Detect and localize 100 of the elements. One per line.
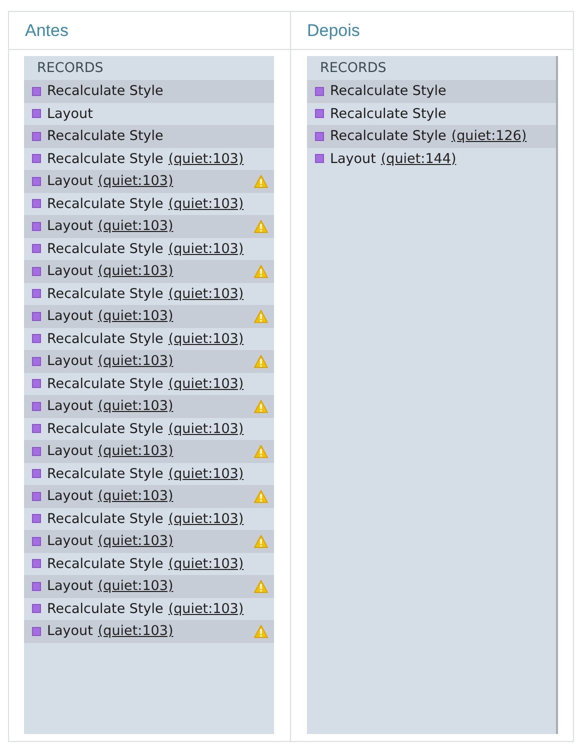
record-name: Layout: [47, 218, 93, 234]
record-row[interactable]: Recalculate Style: [307, 80, 556, 102]
record-row[interactable]: Recalculate Style (quiet:103): [24, 238, 274, 260]
record-name: Layout: [47, 398, 93, 414]
record-name: Layout: [47, 443, 93, 460]
record-name: Recalculate Style: [47, 556, 164, 572]
category-square-icon: [32, 536, 41, 546]
record-link[interactable]: (quiet:103): [98, 623, 174, 640]
record-name: Recalculate Style: [47, 510, 164, 527]
record-row[interactable]: Layout: [24, 102, 274, 125]
record-link[interactable]: (quiet:103): [168, 556, 244, 572]
record-link[interactable]: (quiet:103): [168, 510, 244, 527]
record-row[interactable]: Recalculate Style (quiet:103): [24, 508, 274, 530]
record-link[interactable]: (quiet:103): [168, 600, 244, 617]
record-row[interactable]: Layout (quiet:103): [24, 395, 274, 418]
record-link[interactable]: (quiet:103): [98, 308, 174, 324]
record-row[interactable]: Layout (quiet:103): [24, 620, 274, 642]
record-row[interactable]: Recalculate Style (quiet:103): [24, 462, 274, 485]
record-row[interactable]: Recalculate Style: [24, 125, 274, 148]
record-name: Layout: [47, 263, 93, 280]
record-link[interactable]: (quiet:103): [168, 420, 244, 437]
category-square-icon: [32, 446, 41, 456]
category-square-icon: [32, 244, 41, 254]
record-row[interactable]: Recalculate Style (quiet:126): [307, 125, 556, 148]
category-square-icon: [32, 132, 41, 141]
record-row[interactable]: Recalculate Style (quiet:103): [24, 148, 274, 170]
record-link[interactable]: (quiet:103): [98, 173, 174, 190]
category-square-icon: [315, 109, 324, 118]
category-square-icon: [315, 154, 324, 164]
record-name: Layout: [47, 106, 93, 122]
record-row[interactable]: Layout (quiet:103): [24, 485, 274, 508]
category-square-icon: [32, 86, 41, 96]
category-square-icon: [32, 266, 41, 276]
category-square-icon: [32, 402, 41, 411]
record-name: Recalculate Style: [47, 128, 164, 144]
record-link[interactable]: (quiet:103): [98, 443, 174, 460]
record-row[interactable]: Recalculate Style: [24, 80, 274, 102]
record-link[interactable]: (quiet:144): [380, 150, 456, 167]
record-link[interactable]: (quiet:103): [98, 263, 174, 280]
category-square-icon: [32, 604, 41, 614]
record-row[interactable]: Layout (quiet:103): [24, 530, 274, 552]
record-name: Layout: [47, 353, 93, 370]
record-name: Recalculate Style: [47, 196, 164, 212]
record-row[interactable]: Layout (quiet:103): [24, 215, 274, 238]
panel-header: RECORDS: [320, 60, 386, 76]
record-name: Recalculate Style: [47, 240, 164, 257]
record-link[interactable]: (quiet:103): [168, 376, 244, 392]
record-name: Layout: [47, 308, 93, 324]
record-link[interactable]: (quiet:103): [98, 488, 174, 504]
category-square-icon: [32, 626, 41, 636]
category-square-icon: [32, 356, 41, 366]
record-name: Recalculate Style: [47, 376, 164, 392]
record-link[interactable]: (quiet:103): [168, 466, 244, 482]
record-name: Recalculate Style: [47, 83, 164, 100]
record-name: Recalculate Style: [330, 106, 446, 122]
record-link[interactable]: (quiet:126): [451, 128, 527, 144]
record-name: Recalculate Style: [47, 150, 164, 167]
category-square-icon: [32, 492, 41, 501]
record-link[interactable]: (quiet:103): [98, 578, 174, 594]
column-title: Antes: [25, 20, 68, 40]
category-square-icon: [32, 582, 41, 591]
category-square-icon: [315, 132, 324, 141]
category-square-icon: [32, 379, 41, 388]
category-square-icon: [32, 312, 41, 321]
record-link[interactable]: (quiet:103): [98, 218, 174, 234]
record-row[interactable]: Layout (quiet:144): [307, 148, 556, 170]
record-row[interactable]: Layout (quiet:103): [24, 260, 274, 282]
record-row[interactable]: Recalculate Style (quiet:103): [24, 598, 274, 620]
record-row[interactable]: Recalculate Style (quiet:103): [24, 372, 274, 395]
record-row[interactable]: Recalculate Style (quiet:103): [24, 552, 274, 575]
record-name: Recalculate Style: [47, 330, 164, 347]
category-square-icon: [32, 222, 41, 231]
record-row[interactable]: Recalculate Style: [307, 102, 556, 125]
record-row[interactable]: Layout (quiet:103): [24, 305, 274, 328]
record-row[interactable]: Layout (quiet:103): [24, 350, 274, 372]
record-link[interactable]: (quiet:103): [168, 196, 244, 212]
record-link[interactable]: (quiet:103): [168, 286, 244, 302]
record-name: Recalculate Style: [47, 466, 164, 482]
record-name: Layout: [47, 533, 93, 550]
record-link[interactable]: (quiet:103): [98, 533, 174, 550]
record-name: Recalculate Style: [330, 83, 446, 100]
category-square-icon: [32, 199, 41, 208]
category-square-icon: [32, 109, 41, 118]
record-row[interactable]: Layout (quiet:103): [24, 440, 274, 462]
record-name: Layout: [47, 623, 93, 640]
record-row[interactable]: Layout (quiet:103): [24, 170, 274, 192]
category-square-icon: [32, 334, 41, 344]
record-row[interactable]: Recalculate Style (quiet:103): [24, 418, 274, 440]
record-row[interactable]: Layout (quiet:103): [24, 575, 274, 598]
record-link[interactable]: (quiet:103): [168, 240, 244, 257]
record-link[interactable]: (quiet:103): [168, 150, 244, 167]
record-name: Recalculate Style: [47, 286, 164, 302]
record-row[interactable]: Recalculate Style (quiet:103): [24, 192, 274, 215]
category-square-icon: [32, 424, 41, 434]
record-link[interactable]: (quiet:103): [168, 330, 244, 347]
panel-header: RECORDS: [37, 60, 104, 76]
record-row[interactable]: Recalculate Style (quiet:103): [24, 282, 274, 305]
record-link[interactable]: (quiet:103): [98, 353, 174, 370]
record-row[interactable]: Recalculate Style (quiet:103): [24, 328, 274, 350]
record-link[interactable]: (quiet:103): [98, 398, 174, 414]
